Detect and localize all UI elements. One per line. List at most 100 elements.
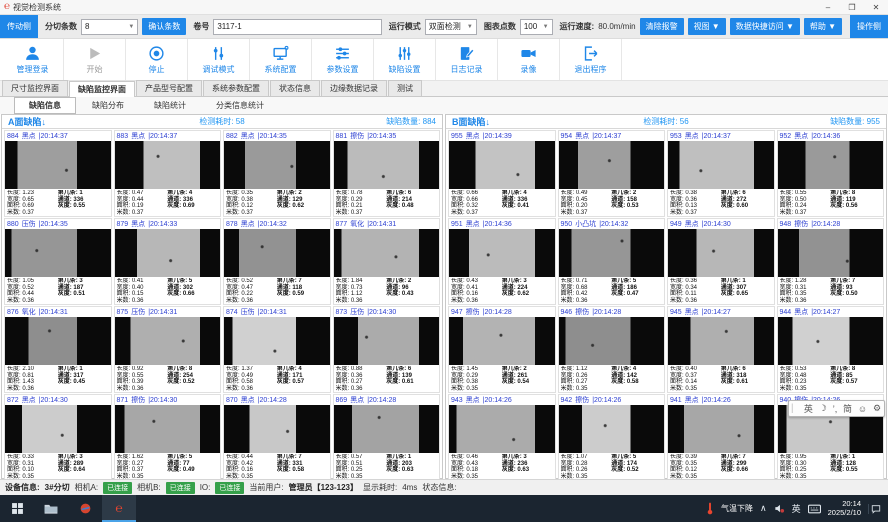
defect-image[interactable] bbox=[449, 405, 555, 453]
defect-image[interactable] bbox=[334, 141, 440, 189]
defect-image[interactable] bbox=[224, 405, 330, 453]
minimize-button[interactable]: – bbox=[816, 3, 840, 12]
defect-cell[interactable]: 880 压伤 |20:14:35 长度: 1.05宽度: 0.52面积: 0.4… bbox=[4, 218, 112, 305]
file-explorer-icon[interactable] bbox=[34, 495, 68, 522]
split-count-select[interactable]: 8 ▼ bbox=[81, 19, 138, 35]
defect-cell[interactable]: 873 压伤 |20:14:30 长度: 0.88宽度: 0.36面积: 0.2… bbox=[333, 306, 441, 393]
defect-image[interactable] bbox=[559, 317, 665, 365]
defect-cell[interactable]: 875 压伤 |20:14:31 长度: 0.92宽度: 0.55面积: 0.3… bbox=[114, 306, 222, 393]
tab-test[interactable]: 测试 bbox=[388, 80, 422, 96]
defect-image[interactable] bbox=[449, 141, 555, 189]
view-menu-button[interactable]: 视图 ▼ bbox=[688, 18, 726, 35]
debug-mode-button[interactable]: 调试模式 bbox=[188, 39, 250, 80]
defect-cell[interactable]: 944 黑点 |20:14:27 长度: 0.53宽度: 0.48面积: 0.2… bbox=[777, 306, 885, 393]
defect-cell[interactable]: 874 压伤 |20:14:31 长度: 1.37宽度: 0.49面积: 0.5… bbox=[223, 306, 331, 393]
defect-cell[interactable]: 951 黑点 |20:14:36 长度: 0.43宽度: 0.41面积: 0.1… bbox=[448, 218, 556, 305]
defect-image[interactable] bbox=[224, 229, 330, 277]
maximize-button[interactable]: ❐ bbox=[840, 3, 864, 12]
gear-icon[interactable]: ⚙ bbox=[873, 403, 881, 414]
defect-image[interactable] bbox=[5, 405, 111, 453]
help-menu-button[interactable]: 帮助 ▼ bbox=[804, 18, 842, 35]
defect-image[interactable] bbox=[224, 141, 330, 189]
system-config-button[interactable]: 系统配置 bbox=[250, 39, 312, 80]
defect-image[interactable] bbox=[778, 317, 884, 365]
defect-image[interactable] bbox=[449, 229, 555, 277]
tab-defect-monitor[interactable]: 缺陷监控界面 bbox=[69, 81, 135, 97]
subtab-defect-distribution[interactable]: 缺陷分布 bbox=[78, 98, 138, 113]
clear-alarm-button[interactable]: 清除报警 bbox=[640, 18, 684, 35]
start-button[interactable] bbox=[0, 495, 34, 522]
operator-side-button[interactable]: 操作侧 bbox=[850, 15, 888, 38]
defect-cell[interactable]: 871 擦伤 |20:14:30 长度: 1.62宽度: 0.27面积: 0.3… bbox=[114, 394, 222, 481]
defect-image[interactable] bbox=[5, 317, 111, 365]
defect-cell[interactable]: 953 黑点 |20:14:37 长度: 0.38宽度: 0.36面积: 0.1… bbox=[667, 130, 775, 217]
notification-center-icon[interactable] bbox=[868, 504, 882, 514]
roll-number-input[interactable]: 3117-1 bbox=[213, 19, 381, 35]
defect-image[interactable] bbox=[559, 141, 665, 189]
tray-language-indicator[interactable]: 英 bbox=[792, 502, 801, 515]
defect-image[interactable] bbox=[668, 141, 774, 189]
ime-punctuation-toggle[interactable]: ’, bbox=[833, 404, 838, 414]
panel-a-title[interactable]: A面缺陷↓ bbox=[8, 115, 151, 128]
defect-cell[interactable]: 941 黑点 |20:14:26 长度: 0.39宽度: 0.35面积: 0.1… bbox=[667, 394, 775, 481]
defect-image[interactable] bbox=[668, 405, 774, 453]
tab-status-info[interactable]: 状态信息 bbox=[270, 80, 320, 96]
defect-cell[interactable]: 942 擦伤 |20:14:26 长度: 1.07宽度: 0.28面积: 0.2… bbox=[558, 394, 666, 481]
close-button[interactable]: ✕ bbox=[864, 3, 888, 12]
defect-image[interactable] bbox=[5, 141, 111, 189]
defect-image[interactable] bbox=[115, 317, 221, 365]
ime-drag-handle[interactable]: ▏ bbox=[792, 404, 798, 413]
log-record-button[interactable]: 日志记录 bbox=[436, 39, 498, 80]
parameter-settings-button[interactable]: 参数设置 bbox=[312, 39, 374, 80]
thermometer-icon[interactable] bbox=[706, 502, 714, 515]
tab-edge-data-record[interactable]: 边缘数据记录 bbox=[321, 80, 387, 96]
drive-side-button[interactable]: 传动侧 bbox=[0, 15, 38, 38]
subtab-defect-info[interactable]: 缺陷信息 bbox=[14, 97, 76, 114]
subtab-defect-statistics[interactable]: 缺陷统计 bbox=[140, 98, 200, 113]
defect-cell[interactable]: 946 擦伤 |20:14:28 长度: 1.12宽度: 0.26面积: 0.2… bbox=[558, 306, 666, 393]
defect-image[interactable] bbox=[334, 405, 440, 453]
defect-image[interactable] bbox=[449, 317, 555, 365]
defect-image[interactable] bbox=[668, 229, 774, 277]
defect-cell[interactable]: 952 黑点 |20:14:36 长度: 0.55宽度: 0.50面积: 0.2… bbox=[777, 130, 885, 217]
data-access-menu-button[interactable]: 数据快捷访问 ▼ bbox=[730, 18, 800, 35]
taskbar-active-app[interactable]: ℮ bbox=[102, 495, 136, 522]
defect-image[interactable] bbox=[668, 317, 774, 365]
defect-image[interactable] bbox=[334, 229, 440, 277]
ime-language-toggle[interactable]: 英 bbox=[804, 402, 813, 415]
defect-cell[interactable]: 872 黑点 |20:14:30 长度: 0.33宽度: 0.31面积: 0.1… bbox=[4, 394, 112, 481]
defect-image[interactable] bbox=[5, 229, 111, 277]
defect-image[interactable] bbox=[115, 229, 221, 277]
defect-cell[interactable]: 945 黑点 |20:14:27 长度: 0.40宽度: 0.37面积: 0.1… bbox=[667, 306, 775, 393]
defect-cell[interactable]: 950 小凸坑 |20:14:32 长度: 0.71宽度: 0.68面积: 0.… bbox=[558, 218, 666, 305]
defect-cell[interactable]: 948 擦伤 |20:14:28 长度: 1.28宽度: 0.31面积: 0.3… bbox=[777, 218, 885, 305]
defect-image[interactable] bbox=[559, 405, 665, 453]
defect-image[interactable] bbox=[115, 141, 221, 189]
defect-cell[interactable]: 949 黑点 |20:14:30 长度: 0.36宽度: 0.34面积: 0.1… bbox=[667, 218, 775, 305]
defect-cell[interactable]: 882 黑点 |20:14:35 长度: 0.35宽度: 0.38面积: 0.1… bbox=[223, 130, 331, 217]
tab-system-param-config[interactable]: 系统参数配置 bbox=[203, 80, 269, 96]
defect-image[interactable] bbox=[778, 229, 884, 277]
taskbar-clock[interactable]: 20:14 2025/2/10 bbox=[828, 500, 861, 517]
weather-headline[interactable]: 气温下降 bbox=[721, 503, 753, 514]
defect-cell[interactable]: 947 擦伤 |20:14:28 长度: 1.45宽度: 0.29面积: 0.3… bbox=[448, 306, 556, 393]
panel-b-title[interactable]: B面缺陷↓ bbox=[452, 115, 595, 128]
ime-toolbar[interactable]: ▏ 英 ☽ ’, 简 ☺ ⚙ bbox=[788, 400, 885, 417]
speaker-icon[interactable] bbox=[774, 503, 785, 514]
start-button[interactable]: 开始 bbox=[64, 39, 126, 80]
defect-cell[interactable]: 879 黑点 |20:14:33 长度: 0.41宽度: 0.40面积: 0.1… bbox=[114, 218, 222, 305]
defect-cell[interactable]: 876 氧化 |20:14:31 长度: 2.10宽度: 0.81面积: 1.4… bbox=[4, 306, 112, 393]
stop-button[interactable]: 停止 bbox=[126, 39, 188, 80]
defect-image[interactable] bbox=[559, 229, 665, 277]
pinned-app-icon[interactable] bbox=[68, 495, 102, 522]
admin-login-button[interactable]: 管理登录 bbox=[2, 39, 64, 80]
defect-cell[interactable]: 877 氧化 |20:14:31 长度: 1.84宽度: 0.73面积: 1.1… bbox=[333, 218, 441, 305]
defect-cell[interactable]: 878 黑点 |20:14:32 长度: 0.52宽度: 0.47面积: 0.2… bbox=[223, 218, 331, 305]
run-mode-select[interactable]: 双面检测 ▼ bbox=[425, 19, 477, 35]
defect-cell[interactable]: 943 黑点 |20:14:26 长度: 0.46宽度: 0.43面积: 0.1… bbox=[448, 394, 556, 481]
keyboard-icon[interactable] bbox=[808, 504, 821, 514]
defect-cell[interactable]: 870 黑点 |20:14:28 长度: 0.44宽度: 0.42面积: 0.1… bbox=[223, 394, 331, 481]
defect-image[interactable] bbox=[115, 405, 221, 453]
defect-image[interactable] bbox=[224, 317, 330, 365]
defect-cell[interactable]: 881 擦伤 |20:14:35 长度: 0.78宽度: 0.29面积: 0.2… bbox=[333, 130, 441, 217]
